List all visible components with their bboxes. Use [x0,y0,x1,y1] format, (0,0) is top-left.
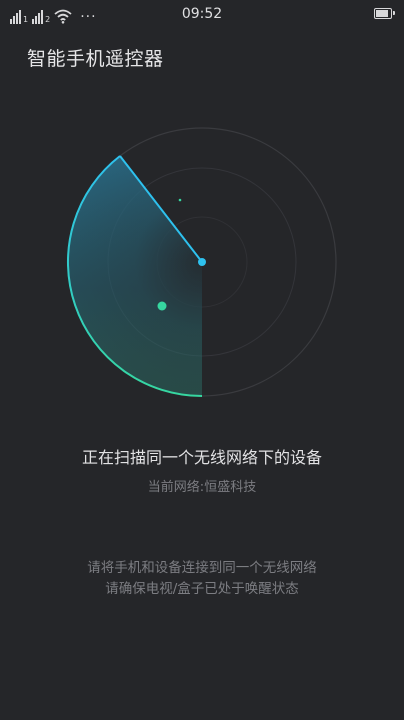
radar-scanner [66,127,337,397]
status-bar: 1 2 ··· 09:52 [0,0,404,30]
app-title: 智能手机遥控器 [27,48,164,70]
current-network: 当前网络:恒盛科技 [0,476,404,495]
network-label: 当前网络: [147,480,205,495]
battery-fill [376,10,388,17]
status-time: 09:52 [181,6,223,22]
tip-line-2: 请确保电视/盒子已处于唤醒状态 [105,581,299,597]
radar-blip-small [178,198,182,202]
network-name: 恒盛科技 [204,480,257,495]
connection-tips: 请将手机和设备连接到同一个无线网络 请确保电视/盒子已处于唤醒状态 [0,558,404,600]
radar-center-dot [198,258,206,266]
tip-line-1: 请将手机和设备连接到同一个无线网络 [87,560,317,576]
radar-blip-large [157,301,167,311]
battery-icon [374,8,395,19]
scan-status-text: 正在扫描同一个无线网络下的设备 [81,448,322,467]
